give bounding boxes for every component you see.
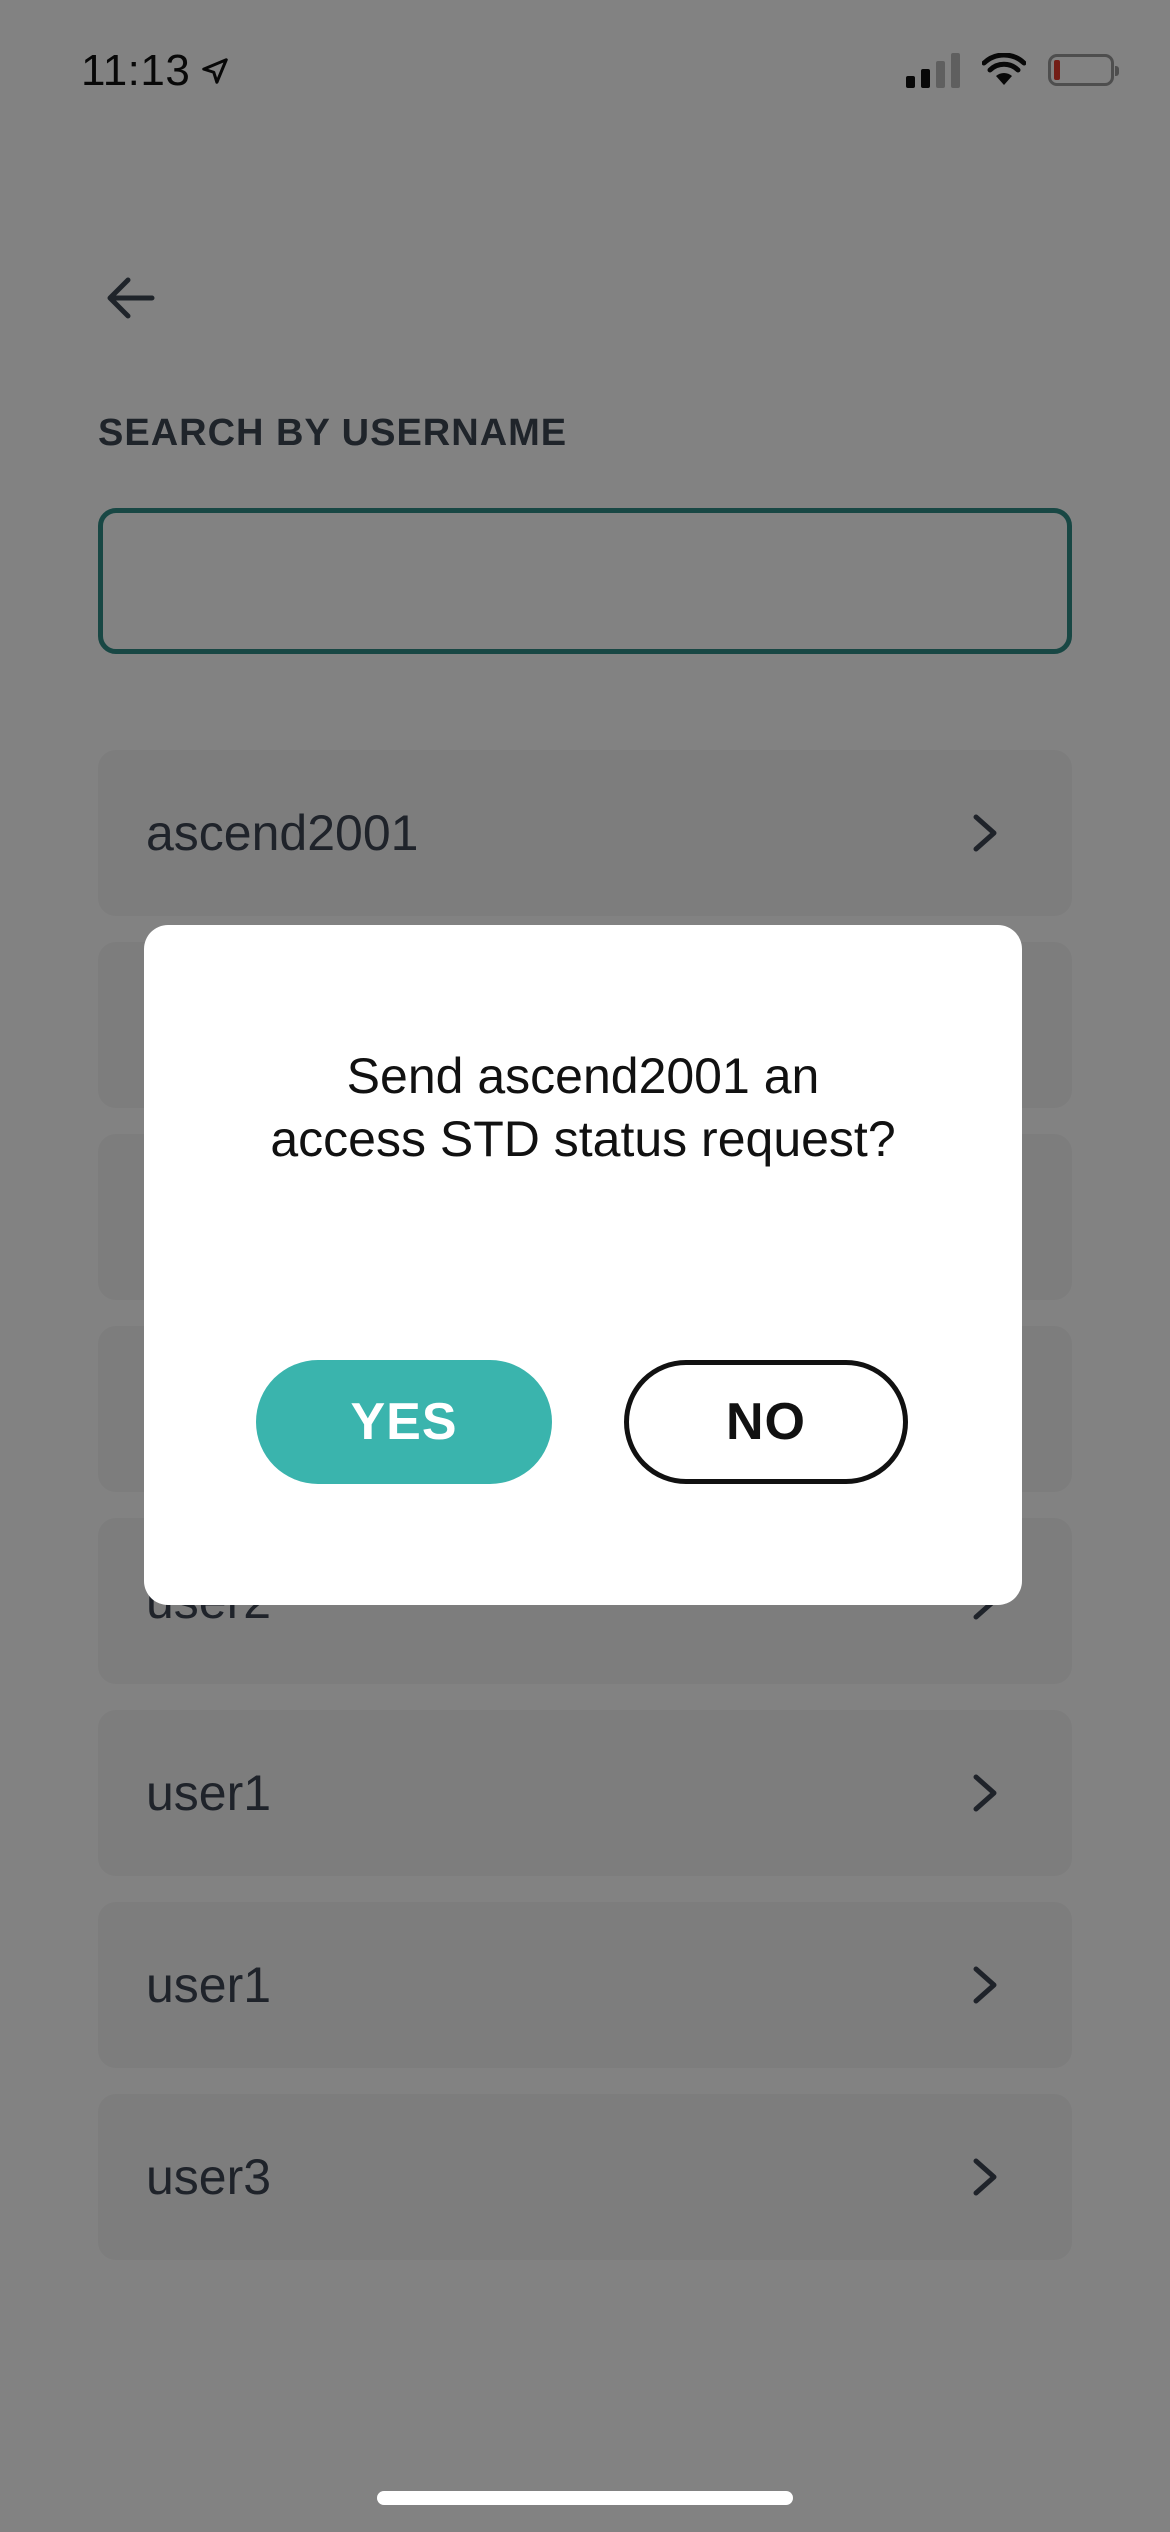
user-search-screen: 11:13 SEARCH BY USERNAME ascend2001 user… [0, 0, 1170, 2532]
home-indicator[interactable] [377, 2491, 793, 2505]
no-button[interactable]: NO [624, 1360, 908, 1484]
confirm-dialog: Send ascend2001 an access STD status req… [144, 925, 1022, 1605]
dialog-message: Send ascend2001 an access STD status req… [270, 1048, 896, 1167]
yes-button[interactable]: YES [256, 1360, 552, 1484]
